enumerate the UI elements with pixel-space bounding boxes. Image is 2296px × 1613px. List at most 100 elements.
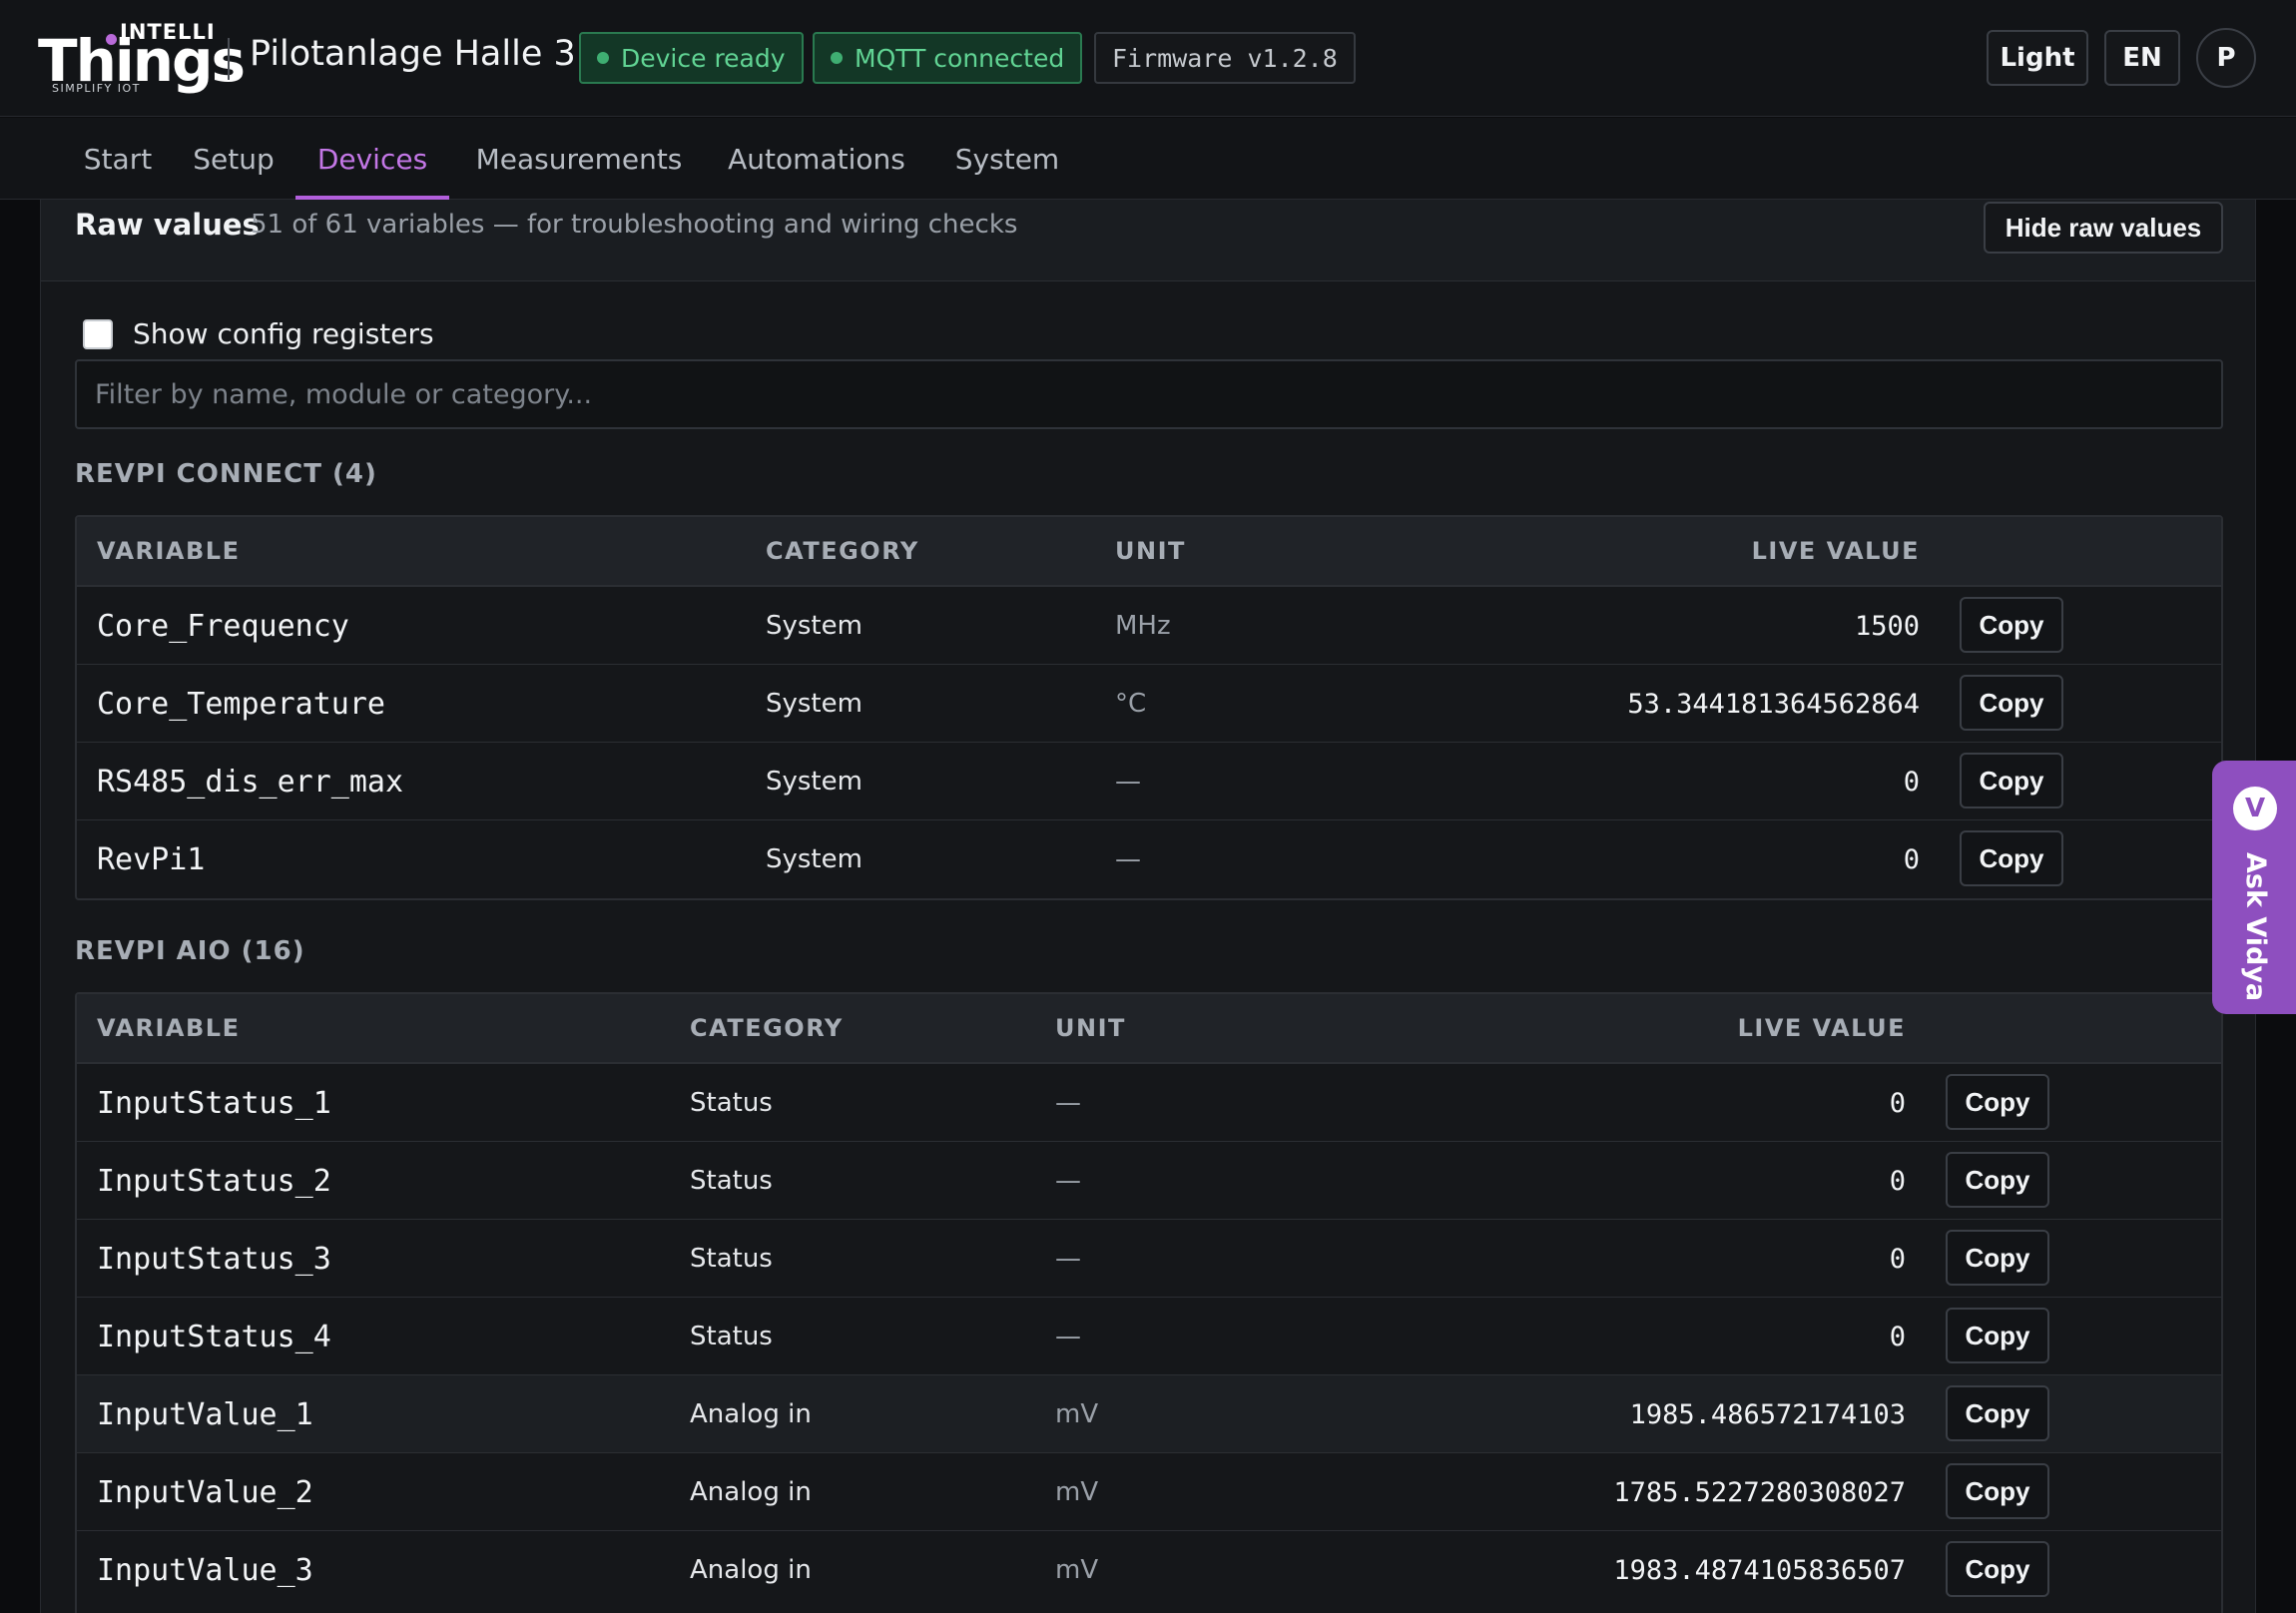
- ask-vidya-label: Ask Vidya: [2240, 852, 2271, 1002]
- table-row: InputValue_1 Analog in mV 1985.486572174…: [77, 1375, 2221, 1453]
- table-header: VARIABLE CATEGORY UNIT LIVE VALUE: [77, 517, 2221, 587]
- table-row: InputStatus_3 Status — 0 Copy: [77, 1220, 2221, 1298]
- table-row: Core_Frequency System MHz 1500 Copy: [77, 587, 2221, 665]
- tab-automations[interactable]: Automations: [717, 118, 916, 200]
- firmware-badge: Firmware v1.2.8: [1094, 32, 1356, 84]
- table-row: InputValue_3 Analog in mV 1983.487410583…: [77, 1531, 2221, 1609]
- device-status-text: Device ready: [621, 43, 786, 73]
- raw-values-panel: Raw values 51 of 61 variables — for trou…: [40, 200, 2256, 1613]
- column-header-unit: UNIT: [1115, 537, 1186, 565]
- main-navigation: Start Setup Devices Measurements Automat…: [0, 118, 2296, 200]
- variable-name: InputStatus_3: [97, 1241, 331, 1277]
- tab-start[interactable]: Start: [62, 118, 174, 200]
- table-row: InputValue_2 Analog in mV 1785.522728030…: [77, 1453, 2221, 1531]
- hide-raw-values-button[interactable]: Hide raw values: [1984, 202, 2223, 254]
- site-title: Pilotanlage Halle 3: [250, 34, 576, 74]
- user-avatar[interactable]: P: [2196, 28, 2256, 88]
- variable-category: Status: [690, 1166, 773, 1196]
- column-header-variable: VARIABLE: [97, 1014, 241, 1042]
- section-title-revpi-connect: REVPI CONNECT (4): [75, 459, 377, 489]
- language-button[interactable]: EN: [2104, 30, 2180, 86]
- copy-button[interactable]: Copy: [1946, 1152, 2049, 1208]
- variable-category: Status: [690, 1088, 773, 1118]
- variable-category: System: [766, 611, 862, 641]
- live-value: 0: [1889, 1087, 1906, 1119]
- variable-name: InputStatus_4: [97, 1319, 331, 1354]
- filter-input[interactable]: [75, 359, 2223, 429]
- copy-button[interactable]: Copy: [1960, 753, 2063, 808]
- table-row: InputStatus_2 Status — 0 Copy: [77, 1142, 2221, 1220]
- variable-unit: °C: [1115, 689, 1147, 719]
- tab-system[interactable]: System: [946, 118, 1068, 200]
- variable-category: Status: [690, 1244, 773, 1274]
- copy-button[interactable]: Copy: [1946, 1308, 2049, 1363]
- intellithings-logo[interactable]: INTELLI Things SIMPLIFY IOT: [38, 20, 246, 96]
- live-value: 0: [1889, 1243, 1906, 1275]
- variable-category: System: [766, 844, 862, 874]
- copy-button[interactable]: Copy: [1946, 1230, 2049, 1286]
- live-value: 53.344181364562864: [1627, 688, 1920, 720]
- variable-name: InputStatus_1: [97, 1085, 331, 1121]
- show-config-label[interactable]: Show config registers: [133, 317, 434, 350]
- copy-button[interactable]: Copy: [1946, 1463, 2049, 1519]
- ask-vidya-tab[interactable]: V Ask Vidya: [2212, 761, 2296, 1014]
- variable-unit: —: [1115, 767, 1141, 797]
- revpi-aio-table: VARIABLE CATEGORY UNIT LIVE VALUE InputS…: [75, 992, 2223, 1613]
- tab-setup[interactable]: Setup: [182, 118, 286, 200]
- live-value: 0: [1903, 843, 1920, 875]
- variable-category: Analog in: [690, 1399, 812, 1429]
- variable-category: Analog in: [690, 1555, 812, 1585]
- status-dot-icon: [597, 52, 609, 64]
- theme-toggle-button[interactable]: Light: [1987, 30, 2088, 86]
- variable-category: System: [766, 689, 862, 719]
- raw-values-subtitle: 51 of 61 variables — for troubleshooting…: [251, 210, 1018, 240]
- raw-values-title: Raw values: [75, 208, 260, 242]
- copy-button[interactable]: Copy: [1946, 1541, 2049, 1597]
- live-value: 0: [1889, 1321, 1906, 1352]
- show-config-checkbox[interactable]: [83, 318, 113, 349]
- variable-name: Core_Frequency: [97, 608, 349, 644]
- variable-unit: —: [1055, 1088, 1081, 1118]
- variable-name: InputValue_2: [97, 1474, 313, 1510]
- variable-name: InputValue_1: [97, 1396, 313, 1432]
- copy-button[interactable]: Copy: [1946, 1385, 2049, 1441]
- column-header-variable: VARIABLE: [97, 537, 241, 565]
- column-header-live-value: LIVE VALUE: [1737, 1014, 1906, 1042]
- table-row: RevPi1 System — 0 Copy: [77, 820, 2221, 898]
- mqtt-status-text: MQTT connected: [855, 43, 1065, 73]
- column-header-category: CATEGORY: [690, 1014, 844, 1042]
- variable-unit: —: [1115, 844, 1141, 874]
- logo-divider: [228, 38, 230, 80]
- logo-tagline: SIMPLIFY IOT: [52, 82, 141, 95]
- column-header-unit: UNIT: [1055, 1014, 1126, 1042]
- copy-button[interactable]: Copy: [1946, 1074, 2049, 1130]
- copy-button[interactable]: Copy: [1960, 830, 2063, 886]
- variable-unit: mV: [1055, 1399, 1099, 1429]
- live-value: 0: [1889, 1165, 1906, 1197]
- table-header: VARIABLE CATEGORY UNIT LIVE VALUE: [77, 994, 2221, 1064]
- status-dot-icon: [831, 52, 843, 64]
- tab-devices[interactable]: Devices: [295, 118, 449, 200]
- variable-name: RevPi1: [97, 841, 206, 877]
- variable-category: System: [766, 767, 862, 797]
- variable-unit: mV: [1055, 1477, 1099, 1507]
- top-bar: INTELLI Things SIMPLIFY IOT Pilotanlage …: [0, 0, 2296, 117]
- variable-unit: MHz: [1115, 611, 1171, 641]
- variable-category: Status: [690, 1322, 773, 1351]
- table-row: RS485_dis_err_max System — 0 Copy: [77, 743, 2221, 820]
- show-config-row[interactable]: Show config registers: [83, 317, 434, 350]
- revpi-connect-table: VARIABLE CATEGORY UNIT LIVE VALUE Core_F…: [75, 515, 2223, 900]
- copy-button[interactable]: Copy: [1960, 675, 2063, 731]
- live-value: 1985.486572174103: [1629, 1398, 1906, 1430]
- live-value: 0: [1903, 766, 1920, 798]
- copy-button[interactable]: Copy: [1960, 597, 2063, 653]
- variable-name: InputValue_3: [97, 1552, 313, 1588]
- device-status-badge: Device ready: [579, 32, 804, 84]
- variable-unit: mV: [1055, 1555, 1099, 1585]
- tab-measurements[interactable]: Measurements: [469, 118, 689, 200]
- variable-category: Analog in: [690, 1477, 812, 1507]
- vidya-logo-icon: V: [2233, 787, 2277, 830]
- live-value: 1785.5227280308027: [1613, 1476, 1906, 1508]
- mqtt-status-badge: MQTT connected: [813, 32, 1083, 84]
- raw-values-header: Raw values 51 of 61 variables — for trou…: [41, 200, 2255, 281]
